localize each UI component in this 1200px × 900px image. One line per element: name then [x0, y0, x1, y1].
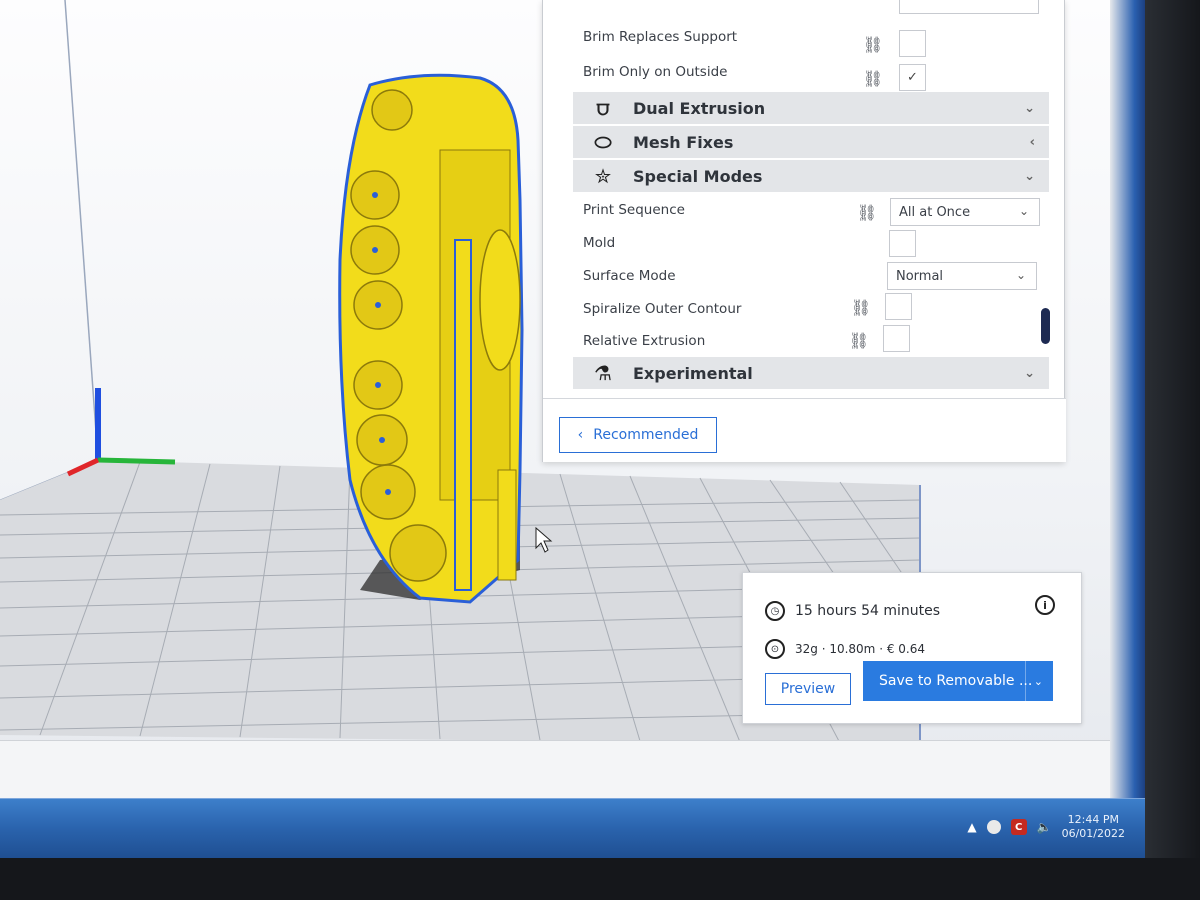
dropdown-value: Normal — [896, 268, 944, 284]
recommended-label: Recommended — [593, 427, 699, 443]
clock[interactable]: 12:44 PM 06/01/2022 — [1062, 813, 1125, 841]
flask-icon: ⚗ — [594, 361, 612, 385]
system-tray: ▲ C 🔈 12:44 PM 06/01/2022 — [967, 807, 1125, 847]
link-icon[interactable]: ⛓ — [863, 68, 883, 88]
gun-barrel — [454, 239, 472, 591]
category-label: Experimental — [633, 363, 753, 383]
setting-mold: Mold — [583, 228, 1043, 258]
category-mesh-fixes[interactable]: ⬭ Mesh Fixes ‹ — [573, 126, 1049, 158]
material-row: ⊙ 32g · 10.80m · € 0.64 — [765, 639, 925, 659]
save-label: Save to Removable ... — [879, 673, 1033, 689]
axis-y — [97, 457, 176, 465]
settings-list[interactable]: Brim Replaces Support ⛓ Brim Only on Out… — [543, 0, 1066, 398]
relative-extrusion-checkbox[interactable] — [883, 325, 910, 352]
print-estimate-panel: ◷ 15 hours 54 minutes i ⊙ 32g · 10.80m ·… — [742, 572, 1082, 724]
category-label: Mesh Fixes — [633, 132, 734, 152]
setting-label: Brim Only on Outside — [583, 64, 728, 80]
show-hidden-icons-icon[interactable]: ▲ — [967, 820, 976, 834]
print-time: 15 hours 54 minutes — [795, 603, 941, 619]
settings-scrollbar[interactable] — [1041, 308, 1050, 344]
bandage-icon: ⬭ — [594, 130, 612, 154]
spiralize-checkbox[interactable] — [885, 293, 912, 320]
setting-label: Brim Replaces Support — [583, 29, 738, 45]
category-label: Dual Extrusion — [633, 98, 766, 118]
settings-footer: ‹ Recommended — [543, 398, 1066, 462]
category-label: Special Modes — [633, 166, 763, 186]
chevron-left-icon: ‹ — [1029, 134, 1035, 150]
chevron-left-icon: ‹ — [577, 427, 584, 443]
brim-replaces-support-checkbox[interactable] — [899, 30, 926, 57]
chevron-down-icon: ⌄ — [1024, 100, 1035, 116]
check-icon: ✓ — [907, 70, 918, 85]
chevron-down-icon: ⌄ — [1018, 204, 1029, 218]
taskbar: ▲ C 🔈 12:44 PM 06/01/2022 — [0, 798, 1145, 858]
dual-extrusion-icon: ⩌ — [596, 96, 610, 120]
setting-relative-extrusion: Relative Extrusion — [583, 326, 1043, 356]
screen: Brim Replaces Support ⛓ Brim Only on Out… — [0, 0, 1200, 900]
print-time-row: ◷ 15 hours 54 minutes — [765, 601, 940, 621]
setting-label: Spiralize Outer Contour — [583, 301, 742, 317]
dropdown-value: All at Once — [899, 204, 971, 220]
category-dual-extrusion[interactable]: ⩌ Dual Extrusion ⌄ — [573, 92, 1049, 124]
monitor-bezel-bottom — [0, 858, 1200, 900]
window-edge — [1110, 0, 1145, 800]
partial-dropdown[interactable] — [899, 0, 1039, 14]
star-icon: ✮ — [594, 164, 612, 188]
print-settings-panel: Brim Replaces Support ⛓ Brim Only on Out… — [542, 0, 1066, 462]
filament-spool-icon: ⊙ — [765, 639, 785, 659]
setting-brim-only-outside: Brim Only on Outside — [583, 57, 1043, 87]
chevron-down-icon[interactable]: ⌄ — [1024, 661, 1043, 701]
support-strut — [497, 469, 517, 581]
category-special-modes[interactable]: ✮ Special Modes ⌄ — [573, 160, 1049, 192]
surface-mode-dropdown[interactable]: Normal ⌄ — [887, 262, 1037, 290]
link-icon[interactable]: ⛓ — [851, 297, 871, 317]
info-icon[interactable]: i — [1035, 595, 1055, 615]
preview-button[interactable]: Preview — [765, 673, 851, 705]
link-icon[interactable]: ⛓ — [863, 34, 883, 54]
chevron-down-icon: ⌄ — [1024, 168, 1035, 184]
material-estimate: 32g · 10.80m · € 0.64 — [795, 642, 925, 656]
setting-label: Mold — [583, 235, 616, 251]
print-sequence-dropdown[interactable]: All at Once ⌄ — [890, 198, 1040, 226]
window-bottom-strip — [0, 740, 1130, 798]
tray-app-icon[interactable]: C — [1010, 819, 1027, 835]
mold-checkbox[interactable] — [889, 230, 916, 257]
setting-spiralize: Spiralize Outer Contour — [583, 294, 1043, 324]
tank-model — [338, 73, 524, 604]
tray-status-icon[interactable] — [986, 820, 1001, 834]
setting-brim-replaces-support: Brim Replaces Support — [583, 22, 1043, 52]
recommended-button[interactable]: ‹ Recommended — [559, 417, 717, 453]
monitor-bezel — [1145, 0, 1200, 900]
turret — [479, 229, 521, 371]
clock-date: 06/01/2022 — [1061, 827, 1125, 840]
link-icon[interactable]: ⛓ — [857, 202, 877, 222]
clock-time: 12:44 PM — [1067, 813, 1119, 826]
build-volume-edge — [64, 0, 99, 461]
save-to-removable-button[interactable]: Save to Removable ... ⌄ — [863, 661, 1053, 701]
chevron-down-icon: ⌄ — [1024, 365, 1035, 381]
setting-label: Relative Extrusion — [583, 333, 706, 349]
category-experimental[interactable]: ⚗ Experimental ⌄ — [573, 357, 1049, 389]
chevron-down-icon: ⌄ — [1015, 268, 1026, 282]
volume-icon[interactable]: 🔈 — [1037, 820, 1052, 834]
clock-icon: ◷ — [765, 601, 785, 621]
brim-only-outside-checkbox[interactable]: ✓ — [899, 64, 926, 91]
link-icon[interactable]: ⛓ — [849, 330, 869, 350]
